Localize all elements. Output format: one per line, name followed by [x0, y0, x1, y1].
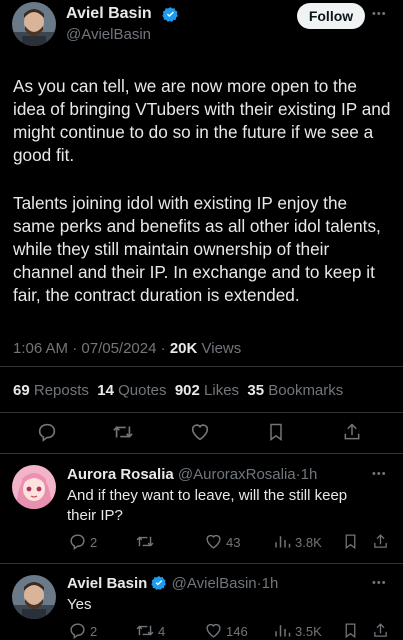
follow-button[interactable]: Follow — [297, 3, 365, 29]
view-count: 3.5K — [295, 624, 322, 639]
repost-count: 4 — [158, 624, 166, 639]
bookmark-icon[interactable] — [342, 621, 359, 640]
more-options-icon[interactable]: ••• — [372, 8, 387, 20]
like-icon[interactable] — [189, 421, 211, 443]
share-icon[interactable] — [342, 421, 362, 443]
reply-header: Aviel Basin @AvielBasin·1h — [67, 575, 278, 592]
tweet-text-paragraph-1: As you can tell, we are now more open to… — [13, 76, 396, 165]
like-count: 146 — [226, 624, 248, 639]
reply-count: 2 — [90, 624, 98, 639]
reply-icon[interactable] — [68, 621, 87, 640]
verified-badge-icon — [151, 575, 167, 591]
likes-stat[interactable]: 902 Likes — [175, 382, 239, 399]
engagement-stats: 69 Reposts 14 Quotes 902 Likes 35 Bookma… — [13, 382, 343, 399]
author-name[interactable]: Aviel Basin — [66, 5, 152, 23]
repost-icon[interactable] — [135, 532, 155, 551]
views-label: Views — [201, 340, 242, 357]
tweet-time: 1:06 AM — [13, 340, 69, 357]
author-handle[interactable]: @AvielBasin — [66, 26, 151, 43]
like-count: 43 — [226, 535, 241, 550]
more-options-icon[interactable]: ••• — [372, 468, 387, 480]
reply-avatar[interactable] — [12, 465, 56, 509]
tweet-date: 07/05/2024 — [81, 340, 157, 357]
separator-dot: · — [72, 340, 78, 357]
tweet-timestamp[interactable]: 1:06 AM · 07/05/2024 · 20K Views — [13, 340, 241, 357]
reply-count: 2 — [90, 535, 98, 550]
reply-time[interactable]: 1h — [262, 575, 279, 592]
quotes-stat[interactable]: 14 Quotes — [97, 382, 166, 399]
reply-icon[interactable] — [68, 532, 87, 551]
divider — [0, 412, 403, 413]
divider — [0, 453, 403, 454]
divider — [0, 563, 403, 564]
verified-badge-icon — [162, 6, 179, 23]
reply-time[interactable]: 1h — [301, 466, 318, 483]
share-icon[interactable] — [372, 532, 389, 551]
like-icon[interactable] — [204, 621, 223, 640]
reposts-stat[interactable]: 69 Reposts — [13, 382, 89, 399]
repost-icon[interactable] — [111, 421, 135, 443]
reply-author-name[interactable]: Aviel Basin — [67, 575, 147, 592]
view-count: 3.8K — [295, 535, 322, 550]
tweet-text-paragraph-2: Talents joining idol with existing IP en… — [13, 193, 386, 305]
reply-text: And if they want to leave, will the stil… — [67, 487, 348, 524]
bookmark-icon[interactable] — [342, 532, 359, 551]
repost-icon[interactable] — [135, 621, 155, 640]
divider — [0, 366, 403, 367]
more-options-icon[interactable]: ••• — [372, 577, 387, 589]
reply-author-handle[interactable]: @AuroraxRosalia — [178, 466, 296, 483]
reply-text: Yes — [67, 596, 92, 613]
reply-author-handle[interactable]: @AvielBasin — [172, 575, 257, 592]
separator-dot: · — [160, 340, 166, 357]
reply-icon[interactable] — [36, 421, 58, 443]
views-icon[interactable] — [273, 532, 291, 551]
reply-avatar[interactable] — [12, 575, 56, 619]
share-icon[interactable] — [372, 621, 389, 640]
author-avatar[interactable] — [12, 2, 56, 46]
like-icon[interactable] — [204, 532, 223, 551]
views-count: 20K — [169, 340, 198, 357]
reply-author-name[interactable]: Aurora Rosalia — [67, 466, 174, 483]
bookmarks-stat[interactable]: 35 Bookmarks — [247, 382, 343, 399]
views-icon[interactable] — [273, 621, 291, 640]
bookmark-icon[interactable] — [266, 421, 286, 443]
reply-header: Aurora Rosalia @AuroraxRosalia·1h — [67, 466, 317, 483]
